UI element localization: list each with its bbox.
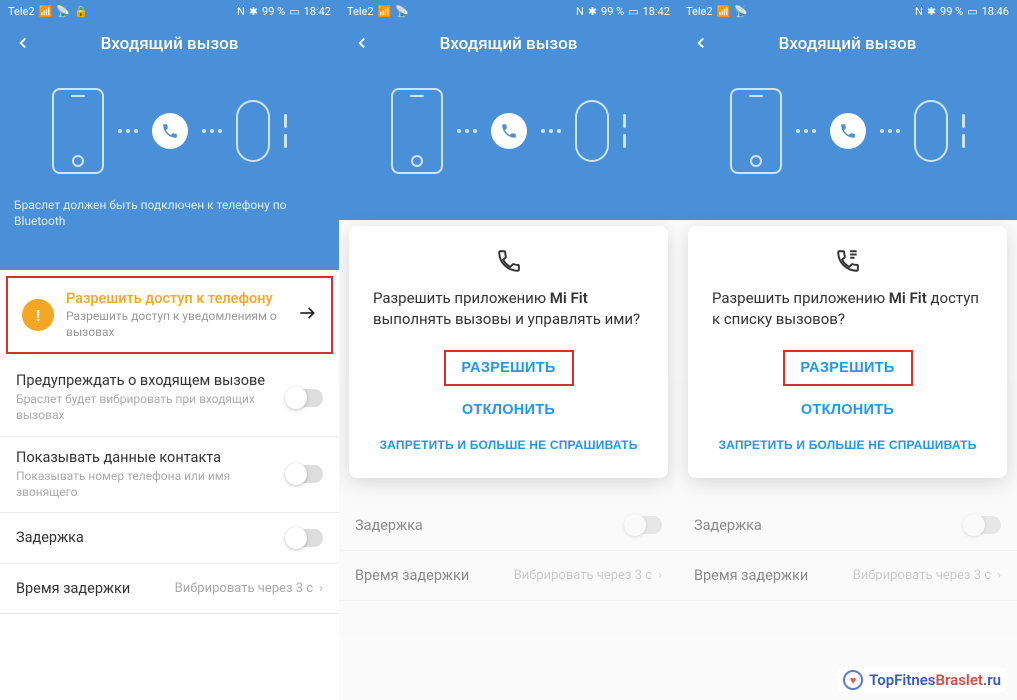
watermark: ♥ TopFitnesBraslet.ru	[837, 668, 1007, 692]
setting-subtitle: Браслет будет вибрировать при входящих в…	[16, 391, 275, 423]
phone-icon	[494, 246, 524, 276]
status-bar: Tele2 📶 📡 N ✱ 99 % ▭ 18:42	[339, 0, 678, 22]
screen-3: Tele2 📶 📡 N ✱ 99 % ▭ 18:46 Входящий вызо…	[678, 0, 1017, 700]
setting-delay: Задержка	[678, 500, 1017, 551]
clock: 18:42	[643, 5, 670, 18]
clock: 18:46	[982, 5, 1009, 18]
deny-button[interactable]: ОТКЛОНИТЬ	[373, 392, 644, 428]
hero-illustration	[339, 66, 678, 192]
screen-2: Tele2 📶 📡 N ✱ 99 % ▭ 18:42 Входящий вызо…	[339, 0, 678, 700]
phone-call-icon	[830, 113, 866, 149]
band-icon	[575, 100, 609, 162]
toggle-switch	[963, 516, 1001, 534]
arrow-right-icon	[297, 303, 317, 327]
setting-value: Вибрировать через 3 с	[175, 581, 313, 596]
toggle-switch[interactable]	[285, 529, 323, 547]
vpn-icon: 🔒	[74, 5, 88, 18]
setting-title: Предупреждать о входящем вызове	[16, 372, 275, 389]
status-bar: Tele2 📶 📡 N ✱ 99 % ▭ 18:46	[678, 0, 1017, 22]
band-icon	[236, 100, 270, 162]
wifi-icon: 📡	[395, 5, 409, 18]
wifi-icon: 📡	[56, 5, 70, 18]
status-bar: Tele2 📶 📡 🔒 N ✱ 99 % ▭ 18:42	[0, 0, 339, 22]
setting-delay-time: Время задержки Вибрировать через 3 с›	[678, 551, 1017, 601]
setting-show-contact[interactable]: Показывать данные контакта Показывать но…	[0, 437, 339, 513]
header: Tele2 📶 📡 N ✱ 99 % ▭ 18:42 Входящий вызо…	[339, 0, 678, 220]
nfc-icon: N	[576, 5, 584, 18]
setting-delay[interactable]: Задержка	[0, 513, 339, 564]
never-ask-button[interactable]: ЗАПРЕТИТЬ И БОЛЬШЕ НЕ СПРАШИВАТЬ	[712, 428, 983, 462]
battery-label: 99 %	[262, 5, 285, 18]
battery-label: 99 %	[601, 5, 624, 18]
setting-title: Задержка	[16, 529, 84, 546]
back-button[interactable]	[353, 34, 371, 56]
allow-button[interactable]: РАЗРЕШИТЬ	[444, 350, 574, 386]
setting-incoming-alert[interactable]: Предупреждать о входящем вызове Браслет …	[0, 360, 339, 436]
bt-icon: ✱	[588, 5, 597, 18]
battery-icon: ▭	[289, 5, 299, 18]
chevron-right-icon: ›	[319, 581, 323, 596]
warning-title: Разрешить доступ к телефону	[66, 290, 285, 307]
battery-label: 99 %	[940, 5, 963, 18]
screen-1: Tele2 📶 📡 🔒 N ✱ 99 % ▭ 18:42 Входящий вы…	[0, 0, 339, 700]
watermark-logo-icon: ♥	[843, 670, 863, 690]
signal-icon: 📶	[39, 5, 53, 18]
wifi-icon: 📡	[734, 5, 748, 18]
toggle-switch[interactable]	[285, 465, 323, 483]
phone-call-icon	[152, 113, 188, 149]
allow-button[interactable]: РАЗРЕШИТЬ	[783, 350, 913, 386]
dialog-message: Разрешить приложению Mi Fit доступ к спи…	[712, 288, 983, 330]
header: Tele2 📶 📡 🔒 N ✱ 99 % ▭ 18:42 Входящий вы…	[0, 0, 339, 270]
settings-content: ! Разрешить доступ к телефону Разрешить …	[0, 270, 339, 700]
battery-icon: ▭	[967, 5, 977, 18]
permission-warning-row[interactable]: ! Разрешить доступ к телефону Разрешить …	[6, 276, 333, 354]
signal-icon: 📶	[717, 5, 731, 18]
never-ask-button[interactable]: ЗАПРЕТИТЬ И БОЛЬШЕ НЕ СПРАШИВАТЬ	[373, 428, 644, 462]
phone-device-icon	[52, 88, 104, 174]
toggle-switch	[624, 516, 662, 534]
deny-button[interactable]: ОТКЛОНИТЬ	[712, 392, 983, 428]
call-log-icon	[833, 246, 863, 276]
permission-dialog: Разрешить приложению Mi Fit выполнять вы…	[349, 226, 668, 478]
setting-delay-time: Время задержки Вибрировать через 3 с›	[339, 551, 678, 601]
back-button[interactable]	[692, 34, 710, 56]
bt-icon: ✱	[249, 5, 258, 18]
permission-dialog: Разрешить приложению Mi Fit доступ к спи…	[688, 226, 1007, 478]
carrier-label: Tele2	[686, 5, 713, 18]
carrier-label: Tele2	[8, 5, 35, 18]
phone-device-icon	[730, 88, 782, 174]
setting-title: Показывать данные контакта	[16, 449, 275, 466]
setting-title: Время задержки	[16, 580, 130, 597]
setting-delay: Задержка	[339, 500, 678, 551]
bt-icon: ✱	[927, 5, 936, 18]
carrier-label: Tele2	[347, 5, 374, 18]
phone-device-icon	[391, 88, 443, 174]
phone-call-icon	[491, 113, 527, 149]
dialog-message: Разрешить приложению Mi Fit выполнять вы…	[373, 288, 644, 330]
page-title: Входящий вызов	[440, 34, 578, 54]
header: Tele2 📶 📡 N ✱ 99 % ▭ 18:46 Входящий вызо…	[678, 0, 1017, 220]
band-icon	[914, 100, 948, 162]
page-title: Входящий вызов	[101, 34, 239, 54]
clock: 18:42	[304, 5, 331, 18]
setting-delay-time[interactable]: Время задержки Вибрировать через 3 с ›	[0, 564, 339, 614]
nfc-icon: N	[915, 5, 923, 18]
page-title: Входящий вызов	[779, 34, 917, 54]
signal-icon: 📶	[378, 5, 392, 18]
nfc-icon: N	[237, 5, 245, 18]
setting-subtitle: Показывать номер телефона или имя звонящ…	[16, 468, 275, 500]
warning-subtitle: Разрешить доступ к уведомлениям о вызова…	[66, 309, 285, 340]
battery-icon: ▭	[628, 5, 638, 18]
back-button[interactable]	[14, 34, 32, 56]
toggle-switch[interactable]	[285, 389, 323, 407]
warning-icon: !	[22, 299, 54, 331]
hero-illustration	[678, 66, 1017, 192]
hero-illustration	[0, 66, 339, 192]
hero-caption: Браслет должен быть подключен к телефону…	[0, 192, 339, 243]
